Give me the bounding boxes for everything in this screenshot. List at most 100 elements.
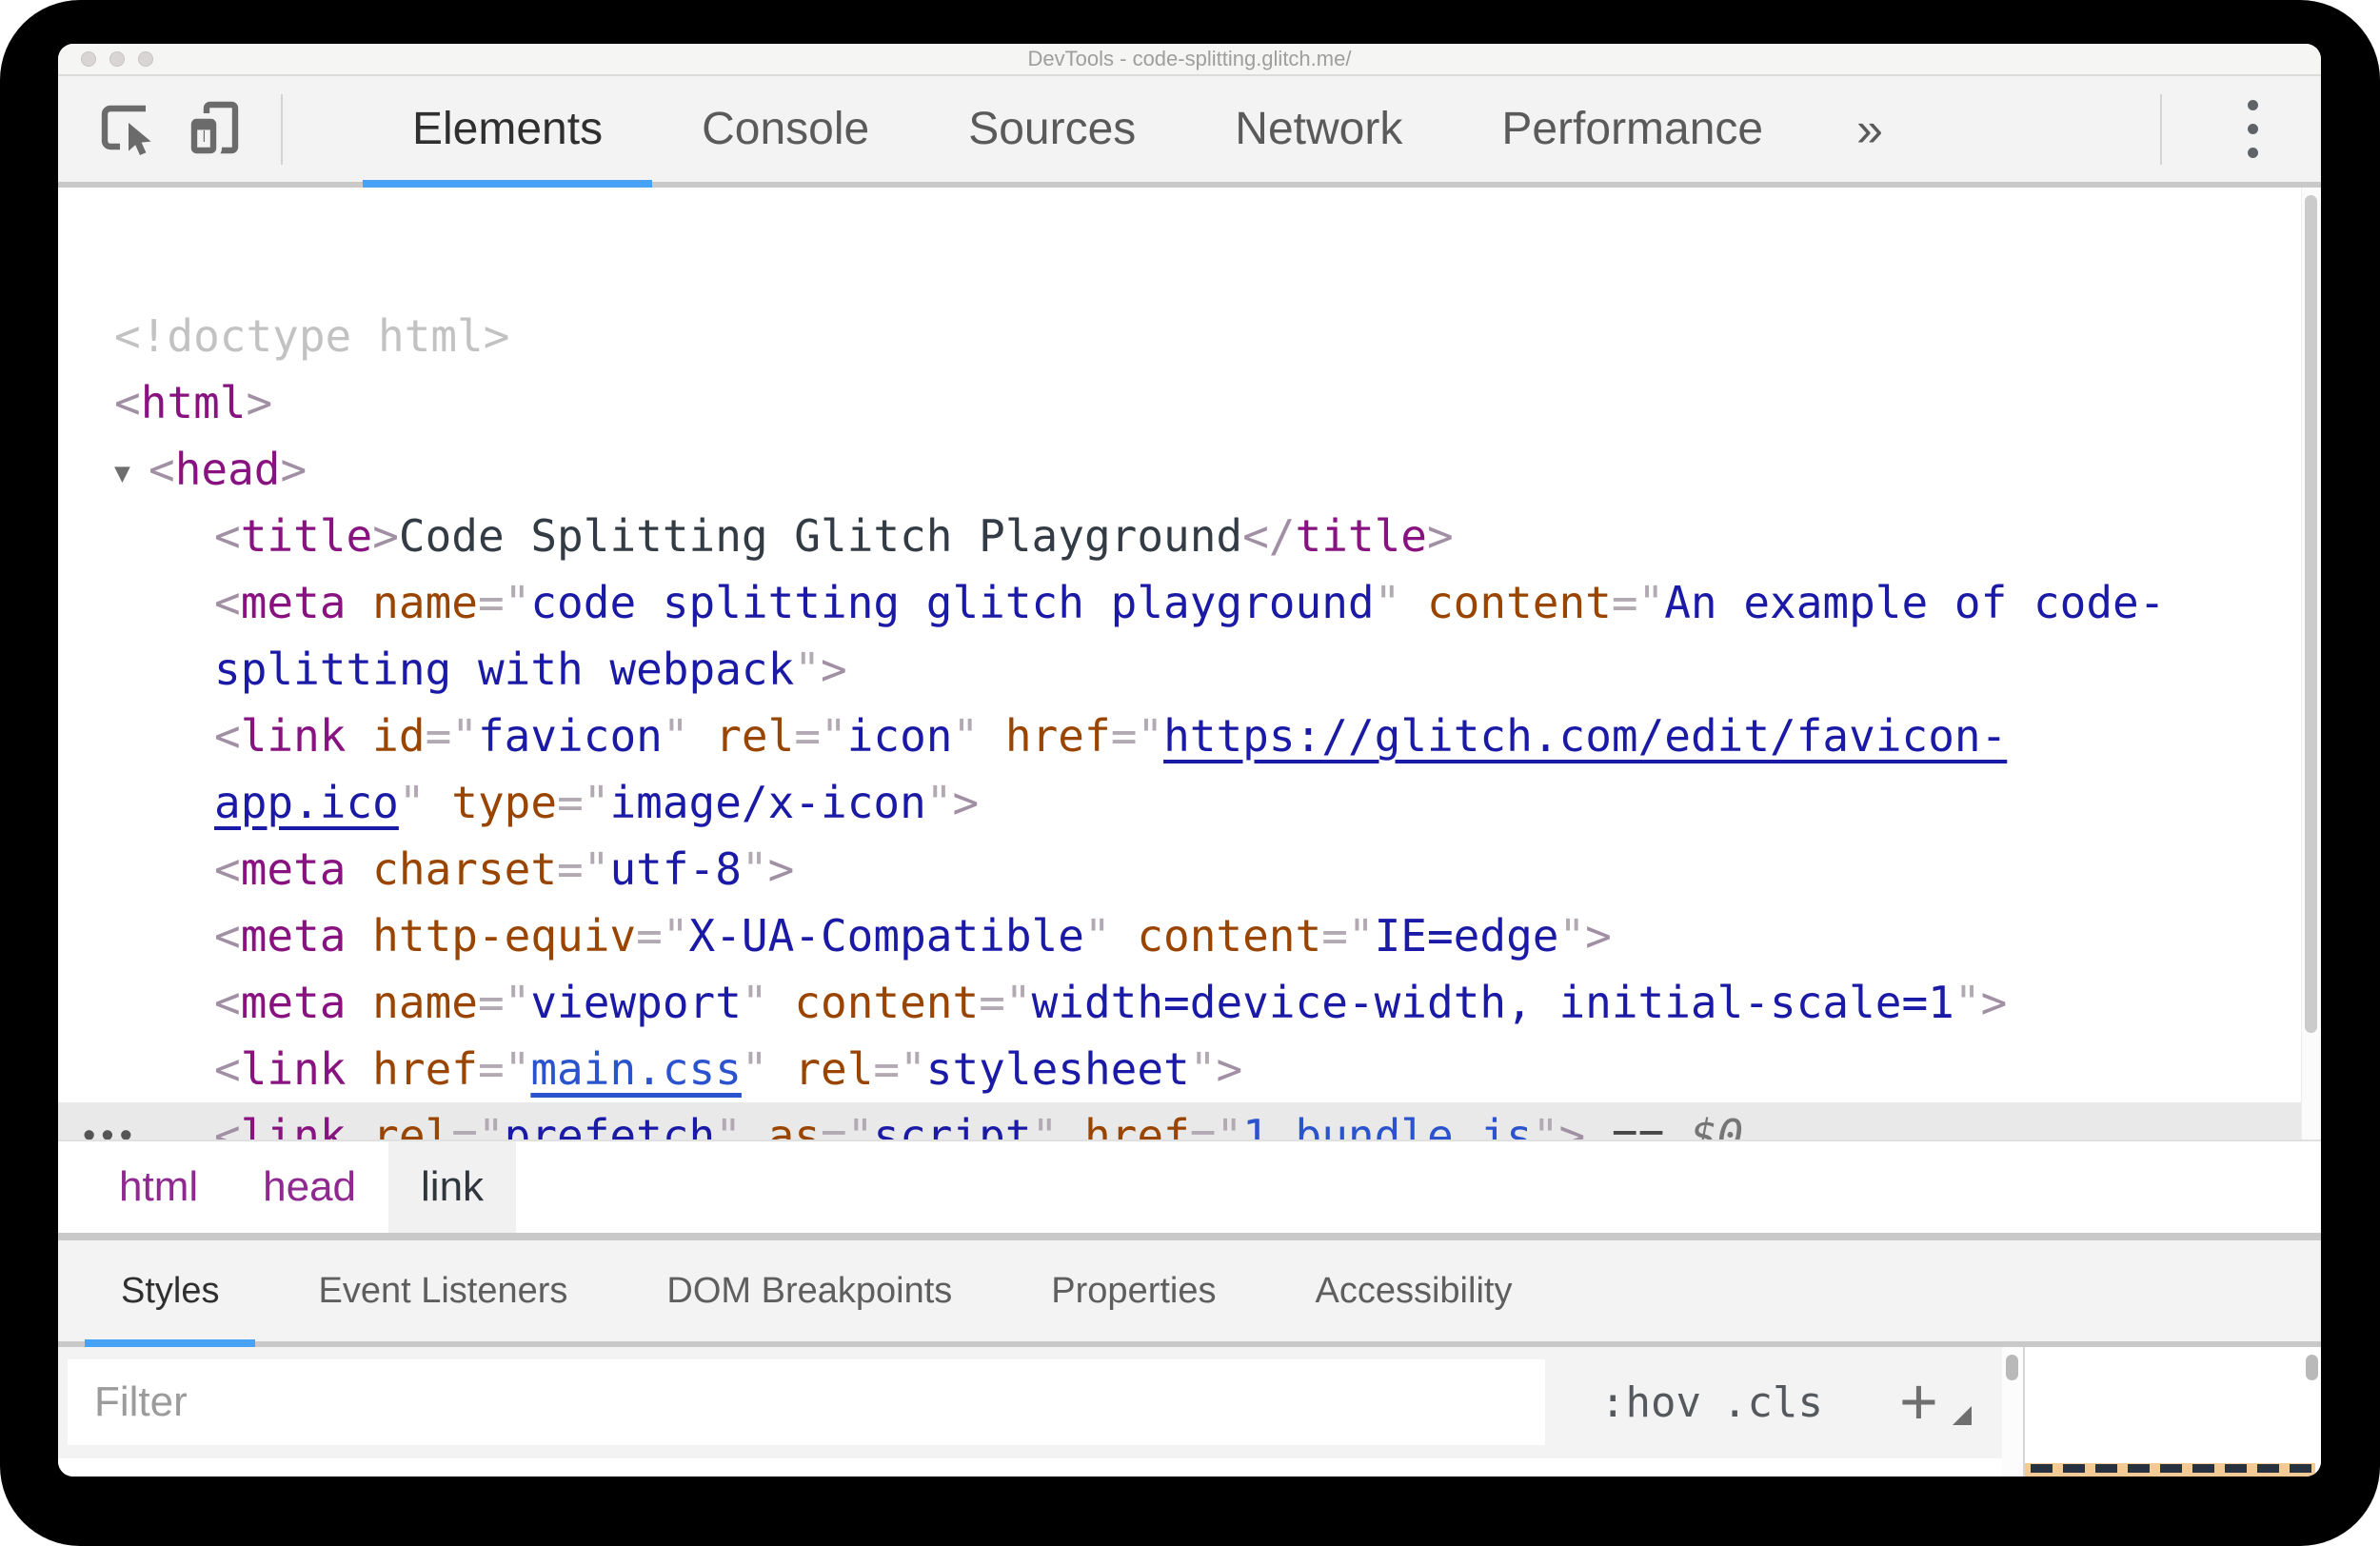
more-tabs-button[interactable]: » [1813, 102, 1927, 157]
code-token-punct: =" [1321, 910, 1375, 961]
code-token-tag: title [240, 510, 373, 562]
code-token-bracket: < [214, 1043, 241, 1095]
code-token-punct: " [794, 644, 821, 695]
code-token-attr: id [346, 710, 426, 762]
elements-scrollbar[interactable] [2301, 188, 2321, 1140]
code-token-value: stylesheet [925, 1043, 1190, 1095]
new-style-rule-button[interactable]: + [1874, 1347, 1989, 1458]
code-token-attr: http-equiv [346, 910, 637, 961]
dom-tree-node[interactable]: ▼ <head> [58, 436, 2321, 503]
code-token-value: X-UA-Compatible [688, 910, 1084, 961]
code-token-value: script [873, 1110, 1032, 1140]
element-classes-button[interactable]: .cls [1722, 1347, 1823, 1458]
dom-tree-node[interactable]: <meta name="code splitting glitch playgr… [58, 569, 2321, 636]
code-token-punct: " [1083, 910, 1111, 961]
dom-tree-node[interactable]: app.ico" type="image/x-icon"> [58, 769, 2321, 836]
code-token-bracket: < [214, 1110, 241, 1140]
dom-tree-node[interactable]: ••• <link rel="prefetch" as="script" href… [58, 1102, 2321, 1140]
styles-scrollbar[interactable] [2002, 1347, 2023, 1477]
dom-tree-node[interactable]: <link href="main.css" rel="stylesheet"> [58, 1036, 2321, 1102]
code-token-tag: meta [240, 910, 347, 961]
screenshot-background: DevTools - code-splitting.glitch.me/ Ele… [0, 0, 2380, 1546]
toggle-device-toolbar-button[interactable] [186, 98, 245, 161]
code-token-link[interactable]: https://glitch.com/edit/favicon- [1163, 710, 2007, 762]
code-token-link[interactable]: app.ico [214, 777, 399, 828]
code-token-value: utf-8 [609, 843, 742, 895]
dom-tree-node[interactable]: <meta name="viewport" content="width=dev… [58, 969, 2321, 1036]
dom-tree-node[interactable]: <meta charset="utf-8"> [58, 836, 2321, 902]
code-token-bracket: > [372, 510, 399, 562]
sidebar-tab-accessibility[interactable]: Accessibility [1279, 1240, 1549, 1341]
code-token-attr: charset [346, 843, 558, 895]
styles-filter-toolbar: :hov .cls + [58, 1347, 2002, 1458]
customize-devtools-menu-button[interactable] [2198, 100, 2308, 158]
dom-tree-node[interactable]: <!doctype html> [58, 303, 2321, 369]
dom-tree-node[interactable]: <html> [58, 369, 2321, 436]
code-token-bracket: > [767, 843, 795, 895]
styles-scrollbar-thumb[interactable] [2006, 1355, 2018, 1380]
device-toolbar-icon [186, 101, 239, 159]
code-token-text: Code Splitting Glitch Playground [398, 510, 1243, 562]
code-token-value: image/x-icon [609, 777, 926, 828]
code-token-value: icon [846, 710, 953, 762]
breadcrumb: html head link [58, 1140, 2321, 1240]
code-token-value: favicon [477, 710, 663, 762]
sidebar-tab-properties[interactable]: Properties [1015, 1240, 1252, 1341]
code-token-punct: =" [1110, 710, 1164, 762]
elements-scrollbar-thumb[interactable] [2305, 195, 2317, 1033]
breadcrumb-item-html[interactable]: html [87, 1141, 230, 1233]
kebab-dot [2248, 124, 2258, 134]
expander-arrow-icon[interactable]: ▼ [114, 440, 149, 506]
toggle-element-state-button[interactable]: :hov [1600, 1347, 1701, 1458]
code-token-attr: rel [688, 710, 795, 762]
code-token-link2[interactable]: 1.bundle.js [1242, 1110, 1533, 1140]
code-token-punct: " [1189, 1043, 1217, 1095]
code-token-bracket: < [214, 977, 241, 1028]
code-token-punct: =" [636, 910, 689, 961]
sidebar-tabs: Styles Event Listeners DOM Breakpoints Prop… [58, 1240, 2321, 1347]
code-token-punct: " [715, 1110, 742, 1140]
code-token-link2[interactable]: main.css [530, 1043, 742, 1095]
window-title: DevTools - code-splitting.glitch.me/ [1027, 47, 1352, 70]
code-token-punct: =" [821, 1110, 874, 1140]
code-token-punct: " [741, 843, 768, 895]
styles-panel: :hov .cls + [58, 1347, 2321, 1477]
styles-filter-input[interactable] [68, 1359, 1545, 1445]
inspect-element-button[interactable] [98, 98, 157, 161]
code-token-punct: " [741, 977, 768, 1028]
code-token-bracket: > [280, 444, 307, 495]
sidebar-tab-event-listeners[interactable]: Event Listeners [282, 1240, 604, 1341]
breadcrumb-item-head[interactable]: head [230, 1141, 388, 1233]
code-token-bracket: < [214, 910, 241, 961]
code-token-doctype: <!doctype html> [114, 310, 510, 362]
sidebar-tab-styles[interactable]: Styles [85, 1240, 256, 1347]
code-token-tag: link [240, 1110, 347, 1140]
code-token-attr: content [1400, 577, 1612, 628]
code-token-punct: =" [1611, 577, 1665, 628]
code-token-punct: =" [979, 977, 1032, 1028]
tab-elements[interactable]: Elements [363, 76, 653, 188]
code-token-punct: =" [1189, 1110, 1243, 1140]
dom-tree-node[interactable]: <link id="favicon" rel="icon" href="http… [58, 703, 2321, 769]
code-token-attr: rel [767, 1043, 874, 1095]
styles-pane-content [58, 1458, 2002, 1477]
tab-performance[interactable]: Performance [1452, 76, 1813, 182]
code-token-bracket: > [1426, 510, 1454, 562]
dom-tree-node[interactable]: <title>Code Splitting Glitch Playground<… [58, 503, 2321, 569]
breadcrumb-item-link[interactable]: link [388, 1141, 517, 1233]
inspect-cursor-icon [101, 105, 157, 161]
code-token-attr: name [346, 577, 478, 628]
code-token-attr: name [346, 977, 478, 1028]
long-press-corner-icon [1953, 1406, 1972, 1425]
code-token-bracket: < [214, 510, 241, 562]
tab-sources[interactable]: Sources [919, 76, 1185, 182]
second-pane-scrollbar-thumb[interactable] [2306, 1355, 2318, 1380]
code-token-value: code splitting glitch playground [530, 577, 1375, 628]
tab-network[interactable]: Network [1185, 76, 1452, 182]
dom-tree-node[interactable]: splitting with webpack"> [58, 636, 2321, 703]
tab-console[interactable]: Console [652, 76, 919, 182]
sidebar-tab-dom-breakpoints[interactable]: DOM Breakpoints [630, 1240, 988, 1341]
code-token-bracket: < [214, 577, 241, 628]
dom-tree-node[interactable]: <meta http-equiv="X-UA-Compatible" conte… [58, 902, 2321, 969]
code-token-bracket: > [820, 644, 847, 695]
